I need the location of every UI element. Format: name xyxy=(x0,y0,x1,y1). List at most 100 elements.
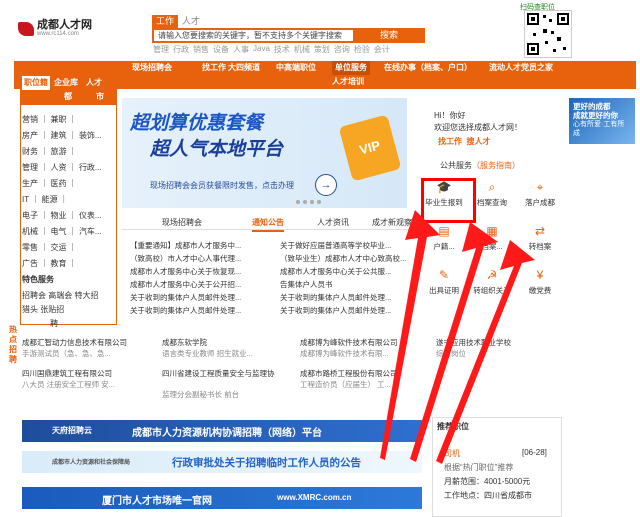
category-link[interactable]: 房产 xyxy=(22,131,38,140)
category-link[interactable]: 建筑 xyxy=(50,131,66,140)
category-link[interactable]: 旅游 xyxy=(50,147,66,156)
category-link[interactable]: 机械 xyxy=(22,227,38,236)
side-promo-image[interactable]: 更好的成都 成就更好的你 心有所爱·工有所成 xyxy=(569,98,635,144)
arrow-right-icon[interactable]: → xyxy=(315,174,337,196)
nav-item-highend[interactable]: 中高端职位 xyxy=(276,61,316,75)
category-link[interactable]: 医药 xyxy=(50,179,66,188)
news-item[interactable]: 关于收到的集体户人员邮件处理... xyxy=(130,305,272,316)
find-job-link[interactable]: 找工作 xyxy=(438,137,462,146)
hot-keyword[interactable]: 管理 xyxy=(153,44,169,55)
category-row: 广告 ｜ 教育 ｜ xyxy=(22,258,77,269)
hot-keyword[interactable]: 技术 xyxy=(274,44,290,55)
special-link[interactable]: 聘 xyxy=(50,319,58,328)
tab-news[interactable]: 人才资讯 xyxy=(317,216,349,230)
location-pin-icon: ⌖ xyxy=(536,180,544,194)
find-talent-link[interactable]: 搜人才 xyxy=(466,137,490,146)
service-guide-link[interactable]: （服务指南） xyxy=(472,161,520,170)
special-link[interactable]: 特大招 xyxy=(74,291,98,300)
separator: ｜ xyxy=(68,211,77,220)
hot-keyword[interactable]: 机械 xyxy=(294,44,310,55)
hot-keyword[interactable]: 设备 xyxy=(213,44,229,55)
search-tab-talent[interactable]: 人才 xyxy=(178,15,204,28)
separator: ｜ xyxy=(59,195,68,204)
ad-text: www.XMRC.com.cn xyxy=(277,493,352,502)
hot-keyword[interactable]: Java xyxy=(253,44,270,55)
category-link[interactable]: 电子 xyxy=(22,211,38,220)
ad-banner-hr-notice[interactable]: 成都市人力资源和社会保障局 行政审批处关于招聘临时工作人员的公告 xyxy=(22,451,422,473)
company-item[interactable]: 成都汇智动力信息技术有限公司 手游测试员（急、急、急... xyxy=(22,337,157,359)
ad-banner-hr-platform[interactable]: 天府招聘云 成都市人力资源机构协调招聘（网络）平台 xyxy=(22,420,422,442)
tab-jobfair[interactable]: 现场招聘会 xyxy=(162,216,202,230)
category-row: 财务 ｜ 旅游 ｜ xyxy=(22,146,77,157)
carousel-dot[interactable] xyxy=(310,200,314,204)
nav-item-online[interactable]: 在线办事（档案、户口） xyxy=(384,61,472,75)
tab-positions[interactable]: 职位籍 xyxy=(22,76,50,90)
separator: ｜ xyxy=(68,163,77,172)
category-link[interactable]: 营销 xyxy=(22,115,38,124)
category-row: 营销 ｜ 兼职 ｜ xyxy=(22,114,77,125)
company-jobs: 语言类专业教师 招生就业... xyxy=(162,349,253,358)
category-link[interactable]: 人资 xyxy=(50,163,66,172)
hot-keyword[interactable]: 行政 xyxy=(173,44,189,55)
carousel-dot[interactable] xyxy=(303,200,307,204)
nav-item-jobfair[interactable]: 现场招聘会 xyxy=(132,61,172,75)
special-link[interactable]: 高端会 xyxy=(48,291,72,300)
hot-keyword[interactable]: 会计 xyxy=(374,44,390,55)
welcome-links: 找工作 搜人才 xyxy=(438,136,490,147)
category-link[interactable]: 交运 xyxy=(50,243,66,252)
tab-notice[interactable]: 通知公告 xyxy=(252,216,284,232)
special-link[interactable]: 招聘会 xyxy=(22,291,46,300)
news-item[interactable]: （致高校）市人才中心人事代理... xyxy=(130,253,272,264)
special-link[interactable]: 猎头 xyxy=(22,305,38,314)
category-link[interactable]: IT xyxy=(22,195,29,204)
nav-item-findjob[interactable]: 找工作 xyxy=(202,61,226,75)
news-item[interactable]: 成都市人才服务中心关于公开招... xyxy=(130,279,272,290)
news-item[interactable]: 关于收到的集体户人员邮件处理... xyxy=(130,292,272,303)
category-link[interactable]: 仪表... xyxy=(79,211,102,220)
category-link[interactable]: 广告 xyxy=(22,259,38,268)
news-item[interactable]: 成都市人才服务中心关于恢复现... xyxy=(130,266,272,277)
category-link[interactable]: 物业 xyxy=(50,211,66,220)
category-link[interactable]: 财务 xyxy=(22,147,38,156)
category-link[interactable]: 兼职 xyxy=(50,115,66,124)
tab-talent[interactable]: 人才 xyxy=(86,76,102,90)
banner-headline: 超划算优惠套餐 xyxy=(130,113,264,134)
tab-shi[interactable]: 市 xyxy=(96,90,104,104)
category-link[interactable]: 生产 xyxy=(22,179,38,188)
company-item[interactable]: 四川国鼎建筑工程有限公司 八大员 注册安全工程师 安... xyxy=(22,368,157,390)
site-logo[interactable]: 成都人才网 www.rc114.com xyxy=(18,20,92,37)
category-link[interactable]: 汽车... xyxy=(79,227,102,236)
nav-item-employer[interactable]: 单位服务 xyxy=(332,61,370,75)
carousel-dot[interactable] xyxy=(296,200,300,204)
category-link[interactable]: 行政... xyxy=(79,163,102,172)
tab-companies[interactable]: 企业库 xyxy=(54,76,78,90)
hot-keyword[interactable]: 销售 xyxy=(193,44,209,55)
category-link[interactable]: 能源 xyxy=(42,195,58,204)
special-link[interactable]: 张贴招 xyxy=(40,305,64,314)
company-item[interactable]: 成都东软学院 语言类专业教师 招生就业... xyxy=(162,337,292,359)
hot-keyword[interactable]: 咨询 xyxy=(334,44,350,55)
nav-item-senior[interactable]: 大四频道 xyxy=(228,61,260,75)
logo-subtext: www.rc114.com xyxy=(37,31,79,37)
nav-item-training[interactable]: 人才培训 xyxy=(332,75,364,89)
side-promo-line2: 成就更好的你 xyxy=(573,111,618,120)
news-item[interactable]: 【重要通知】成都市人才服务中... xyxy=(130,240,272,251)
carousel-dot[interactable] xyxy=(317,200,321,204)
category-link[interactable]: 教育 xyxy=(50,259,66,268)
special-service-row: 招聘会 高端会 特大招 xyxy=(22,290,98,301)
search-tab-job[interactable]: 工作 xyxy=(152,15,179,28)
main-nav: 现场招聘会 找工作 大四频道 中高端职位 单位服务 在线办事（档案、户口） 流动… xyxy=(14,61,636,75)
company-item[interactable]: 四川省建设工程质量安全与监理协 监理分会副秘书长 前台 xyxy=(162,368,292,400)
hot-keyword[interactable]: 检验 xyxy=(354,44,370,55)
tab-du[interactable]: 都 xyxy=(64,90,72,104)
ad-banner-xiamen[interactable]: 厦门市人才市场唯一官网 www.XMRC.com.cn xyxy=(22,487,422,509)
nav-item-party[interactable]: 流动人才党员之家 xyxy=(489,61,553,75)
category-link[interactable]: 电气 xyxy=(50,227,66,236)
ad-label: 天府招聘云 xyxy=(52,426,92,435)
category-link[interactable]: 装饰... xyxy=(79,131,102,140)
category-link[interactable]: 零售 xyxy=(22,243,38,252)
hot-keyword[interactable]: 人事 xyxy=(233,44,249,55)
search-button[interactable]: 搜索 xyxy=(353,28,425,43)
category-link[interactable]: 管理 xyxy=(22,163,38,172)
hot-keyword[interactable]: 策划 xyxy=(314,44,330,55)
